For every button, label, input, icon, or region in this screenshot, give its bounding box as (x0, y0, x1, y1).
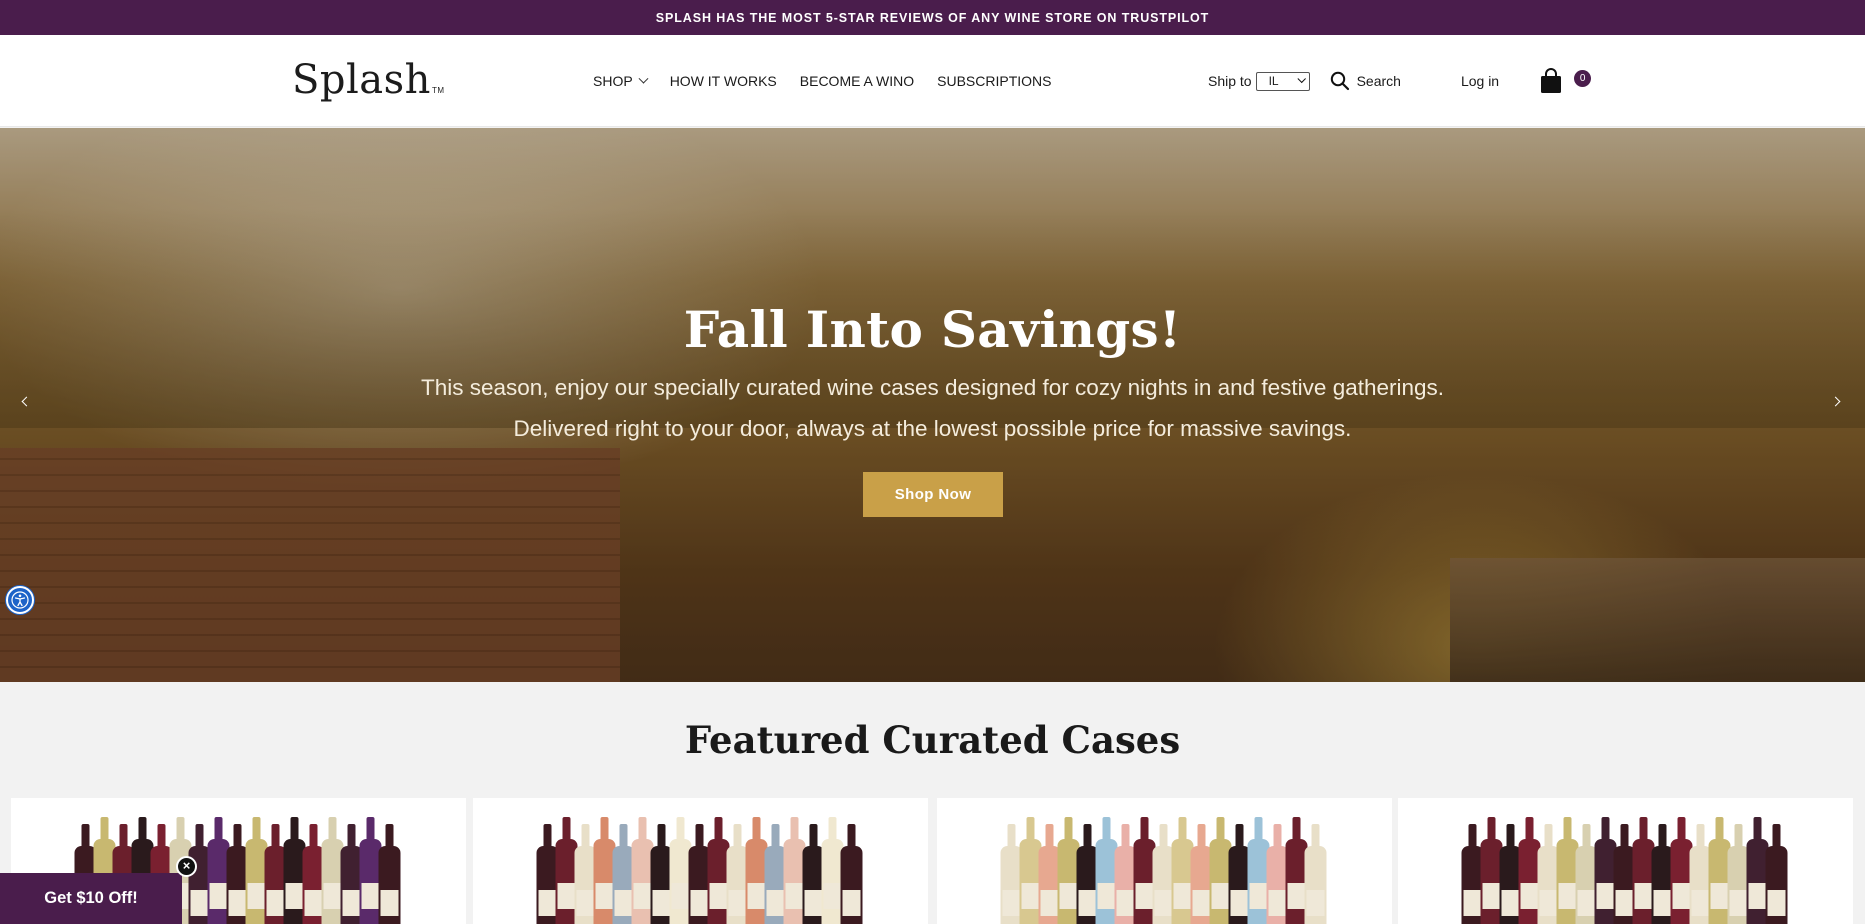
accessibility-button[interactable] (6, 586, 34, 614)
hero-overlay (0, 128, 1865, 682)
search-button[interactable]: Search (1330, 71, 1401, 91)
announcement-text: SPLASH HAS THE MOST 5-STAR REVIEWS OF AN… (655, 10, 1210, 25)
nav-how-it-works[interactable]: HOW IT WORKS (670, 73, 777, 89)
announcement-bar: SPLASH HAS THE MOST 5-STAR REVIEWS OF AN… (0, 0, 1865, 35)
ship-to-value: IL (1268, 74, 1279, 88)
case-card[interactable] (937, 798, 1392, 924)
nav-become-a-wino[interactable]: BECOME A WINO (800, 73, 914, 89)
case-bottles-image (1461, 817, 1787, 924)
case-card[interactable] (473, 798, 928, 924)
shop-now-button[interactable]: Shop Now (863, 472, 1003, 517)
wine-bottle (1304, 824, 1326, 924)
splash-logo[interactable]: SplashTM (292, 57, 445, 103)
nav-subscriptions-label: SUBSCRIPTIONS (937, 73, 1052, 89)
cart-button[interactable]: 0 (1539, 68, 1592, 94)
featured-section-title: Featured Curated Cases (684, 718, 1181, 762)
hero-subtitle-line-2: Delivered right to your door, always at … (513, 416, 1352, 441)
nav-become-a-wino-label: BECOME A WINO (799, 73, 915, 89)
nav-shop[interactable]: SHOP (593, 73, 649, 89)
cart-count-badge: 0 (1574, 70, 1592, 87)
nav-how-it-works-label: HOW IT WORKS (669, 73, 777, 89)
wine-bottle (378, 824, 400, 924)
search-label: Search (1356, 73, 1401, 89)
ship-to-label: Ship to (1208, 73, 1252, 89)
case-bottles-image (536, 817, 862, 924)
ship-to-select[interactable]: IL (1255, 71, 1310, 91)
shopping-bag-icon (1541, 68, 1562, 93)
logo-trademark: TM (431, 86, 445, 95)
wine-bottle (1765, 824, 1787, 924)
case-bottles-image (1000, 817, 1326, 924)
login-link[interactable]: Log in (1461, 73, 1499, 89)
hero-banner: Fall Into Savings! This season, enjoy ou… (0, 128, 1865, 682)
nav-shop-label: SHOP (593, 73, 633, 89)
hero-title: Fall Into Savings! (683, 300, 1182, 359)
promo-tab[interactable]: Get $10 Off! (0, 873, 182, 924)
main-nav: SHOP HOW IT WORKS BECOME A WINO SUBSCRIP… (593, 35, 1074, 127)
logo-text: Splash (292, 57, 431, 103)
site-header: SplashTM SHOP HOW IT WORKS BECOME A WINO… (0, 35, 1865, 127)
hero-subtitle-line-1: This season, enjoy our specially curated… (420, 375, 1445, 400)
header-tools: Ship to IL Search Log in 0 (1208, 35, 1592, 127)
chevron-down-icon (1297, 74, 1306, 84)
wine-bottle (840, 824, 862, 924)
nav-subscriptions[interactable]: SUBSCRIPTIONS (937, 73, 1051, 89)
close-icon[interactable]: × (176, 856, 197, 877)
featured-cases-grid (11, 798, 1856, 924)
case-card[interactable] (1398, 798, 1853, 924)
accessibility-icon (11, 591, 29, 609)
chevron-down-icon (638, 73, 649, 84)
search-icon (1330, 71, 1349, 91)
